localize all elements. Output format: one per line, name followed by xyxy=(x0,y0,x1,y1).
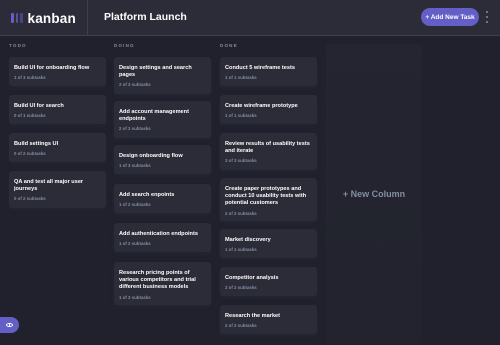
column-header: DONE xyxy=(220,42,238,48)
column-done: DONE Conduct 5 wireframe tests 1 of 1 su… xyxy=(220,41,317,334)
task-subtasks: 0 of 1 subtasks xyxy=(14,113,46,119)
kanban-logo-icon xyxy=(11,13,23,23)
eye-icon xyxy=(6,323,13,327)
column-doing: DOING Design settings and search pages 2… xyxy=(114,41,211,305)
task-subtasks: 2 of 2 subtasks xyxy=(225,323,257,329)
task-subtasks: 1 of 2 subtasks xyxy=(119,202,151,208)
task-subtasks: 1 of 3 subtasks xyxy=(119,294,151,300)
task-card[interactable]: Conduct 5 wireframe tests 1 of 1 subtask… xyxy=(220,57,317,86)
task-subtasks: 1 of 1 subtasks xyxy=(225,247,257,253)
task-title: Competitor analysis xyxy=(225,275,279,281)
app-name: kanban xyxy=(27,10,76,26)
task-title: Add search enpoints xyxy=(119,192,175,198)
task-card[interactable]: QA and test all major user journeys 0 of… xyxy=(9,171,106,208)
task-card[interactable]: Build UI for onboarding flow 1 of 3 subt… xyxy=(9,57,106,86)
task-title: Design onboarding flow xyxy=(119,153,183,159)
column-header: DOING xyxy=(114,42,135,48)
task-card[interactable]: Add authentication endpoints 1 of 2 subt… xyxy=(114,223,211,252)
task-title: Add authentication endpoints xyxy=(119,231,198,237)
task-title: Build UI for search xyxy=(14,103,64,109)
logo: kanban xyxy=(0,0,88,36)
task-card[interactable]: Design settings and search pages 2 of 3 … xyxy=(114,57,211,94)
board-title: Platform Launch xyxy=(104,11,187,23)
task-title: Research pricing points of various compe… xyxy=(119,270,196,291)
task-title: Conduct 5 wireframe tests xyxy=(225,65,295,71)
task-card[interactable]: Add search enpoints 1 of 2 subtasks xyxy=(114,184,211,213)
task-title: Market discovery xyxy=(225,237,271,243)
task-subtasks: 2 of 3 subtasks xyxy=(119,126,151,132)
task-subtasks: 0 of 2 subtasks xyxy=(14,151,46,157)
add-new-task-button[interactable]: + Add New Task xyxy=(421,8,479,26)
task-card[interactable]: Competitor analysis 2 of 2 subtasks xyxy=(220,267,317,296)
task-card[interactable]: Market discovery 1 of 1 subtasks xyxy=(220,229,317,258)
task-subtasks: 2 of 2 subtasks xyxy=(225,210,257,216)
task-title: QA and test all major user journeys xyxy=(14,179,84,193)
task-title: Create wireframe prototype xyxy=(225,103,298,109)
task-title: Review results of usability tests and it… xyxy=(225,141,310,155)
task-title: Build UI for onboarding flow xyxy=(14,65,90,71)
task-subtasks: 1 of 1 subtasks xyxy=(225,75,257,81)
task-title: Research the market xyxy=(225,313,281,319)
task-card[interactable]: Build UI for search 0 of 1 subtasks xyxy=(9,95,106,124)
task-title: Create paper prototypes and conduct 10 u… xyxy=(225,186,307,207)
task-subtasks: 1 of 1 subtasks xyxy=(225,113,257,119)
task-card[interactable]: Add account management endpoints 2 of 3 … xyxy=(114,101,211,138)
task-subtasks: 1 of 2 subtasks xyxy=(119,241,151,247)
task-subtasks: 0 of 2 subtasks xyxy=(14,196,46,202)
show-sidebar-button[interactable] xyxy=(0,317,19,333)
new-column-button[interactable]: + New Column xyxy=(326,44,422,344)
task-subtasks: 1 of 3 subtasks xyxy=(119,163,151,169)
task-title: Build settings UI xyxy=(14,141,59,147)
task-subtasks: 3 of 3 subtasks xyxy=(225,158,257,164)
task-card[interactable]: Design onboarding flow 1 of 3 subtasks xyxy=(114,145,211,174)
task-card[interactable]: Build settings UI 0 of 2 subtasks xyxy=(9,133,106,162)
task-card[interactable]: Research the market 2 of 2 subtasks xyxy=(220,305,317,334)
task-subtasks: 2 of 3 subtasks xyxy=(119,82,151,88)
task-card[interactable]: Review results of usability tests and it… xyxy=(220,133,317,170)
task-card[interactable]: Create paper prototypes and conduct 10 u… xyxy=(220,178,317,221)
task-subtasks: 2 of 2 subtasks xyxy=(225,285,257,291)
task-card[interactable]: Research pricing points of various compe… xyxy=(114,262,211,305)
column-todo: TODO Build UI for onboarding flow 1 of 3… xyxy=(9,41,106,208)
task-subtasks: 1 of 3 subtasks xyxy=(14,75,46,81)
task-title: Design settings and search pages xyxy=(119,65,192,79)
task-title: Add account management endpoints xyxy=(119,109,189,123)
header: kanban Platform Launch + Add New Task xyxy=(0,0,500,36)
column-header: TODO xyxy=(9,42,27,48)
task-card[interactable]: Create wireframe prototype 1 of 1 subtas… xyxy=(220,95,317,124)
vertical-ellipsis-icon[interactable] xyxy=(484,11,490,23)
